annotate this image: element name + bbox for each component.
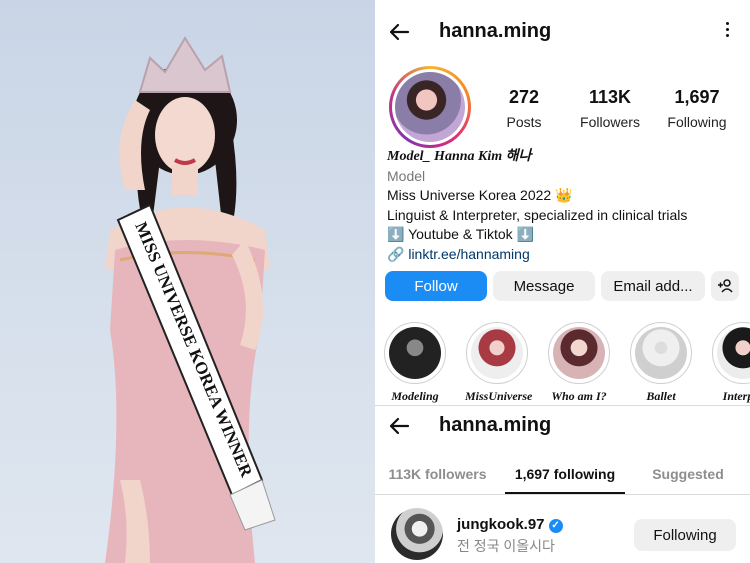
verified-badge-icon: ✓ [548, 519, 563, 533]
more-options-icon[interactable] [724, 22, 730, 40]
following-count: 1,697 [674, 87, 720, 107]
followers-stat[interactable]: 113K Followers [565, 87, 655, 130]
follow-button[interactable]: Follow [385, 271, 487, 301]
email-button[interactable]: Email add... [601, 271, 705, 301]
back-arrow-icon[interactable] [387, 414, 411, 438]
following-page-username: hanna.ming [439, 414, 552, 436]
posts-count: 272 [508, 87, 540, 107]
bio-line: ⬇️ Youtube & Tiktok ⬇️ [387, 226, 534, 242]
followers-label: Followers [580, 114, 640, 130]
back-arrow-icon[interactable] [387, 20, 411, 44]
posts-stat[interactable]: 272 Posts [479, 87, 569, 130]
add-person-icon [718, 279, 733, 293]
bio-line: Miss Universe Korea 2022 👑 [387, 187, 573, 203]
bio: Model_ Hanna Kim 해나 Model Miss Universe … [387, 147, 742, 264]
bio-line: Linguist & Interpreter, specialized in c… [387, 206, 688, 223]
photo-illustration: MISS UNIVERSE KOREA WINNER [105, 36, 276, 563]
highlight-ballet[interactable]: Ballet [629, 322, 693, 404]
account-username: jungkook.97 [457, 516, 545, 533]
followers-count: 113K [588, 87, 632, 107]
divider [375, 494, 750, 495]
following-stat[interactable]: 1,697 Following [652, 87, 742, 130]
account-username-row[interactable]: jungkook.97 ✓ [457, 516, 563, 533]
highlight-missuniverse[interactable]: MissUniverse [465, 322, 533, 404]
highlight-label: Who am I? [551, 389, 607, 403]
divider [375, 405, 750, 406]
bio-link[interactable]: 🔗 linktr.ee/hannaming [387, 245, 742, 265]
profile-photo: MISS UNIVERSE KOREA WINNER [0, 0, 375, 563]
tab-following[interactable]: 1,697 following [505, 466, 625, 482]
following-button[interactable]: Following [634, 519, 736, 551]
tab-suggested[interactable]: Suggested [643, 466, 733, 482]
avatar[interactable] [389, 66, 471, 148]
add-user-button[interactable] [711, 271, 739, 301]
account-subtitle: 전 정국 이올시다 [457, 538, 555, 554]
category-label: Model [387, 167, 426, 184]
highlight-label: Ballet [646, 389, 676, 403]
following-label: Following [667, 114, 727, 130]
posts-label: Posts [506, 114, 542, 130]
bio-link-text: linktr.ee/hannaming [408, 245, 530, 262]
avatar[interactable] [391, 508, 443, 560]
message-button[interactable]: Message [493, 271, 595, 301]
highlight-label: MissUniverse [465, 389, 533, 403]
link-icon: 🔗 [387, 245, 405, 262]
highlight-label: Modeling [391, 389, 439, 403]
instagram-profile-panel: hanna.ming 272 Posts 113K Followers 1,69… [375, 0, 750, 563]
highlight-who-am-i[interactable]: Who am I? [547, 322, 611, 404]
highlight-interpreter[interactable]: Interpre [711, 322, 750, 404]
highlight-label: Interpre [722, 389, 750, 403]
highlight-modeling[interactable]: Modeling [383, 322, 447, 404]
tab-followers[interactable]: 113K followers [385, 466, 490, 482]
display-name: Model_ Hanna Kim 해나 [387, 149, 532, 164]
profile-username: hanna.ming [439, 20, 552, 42]
